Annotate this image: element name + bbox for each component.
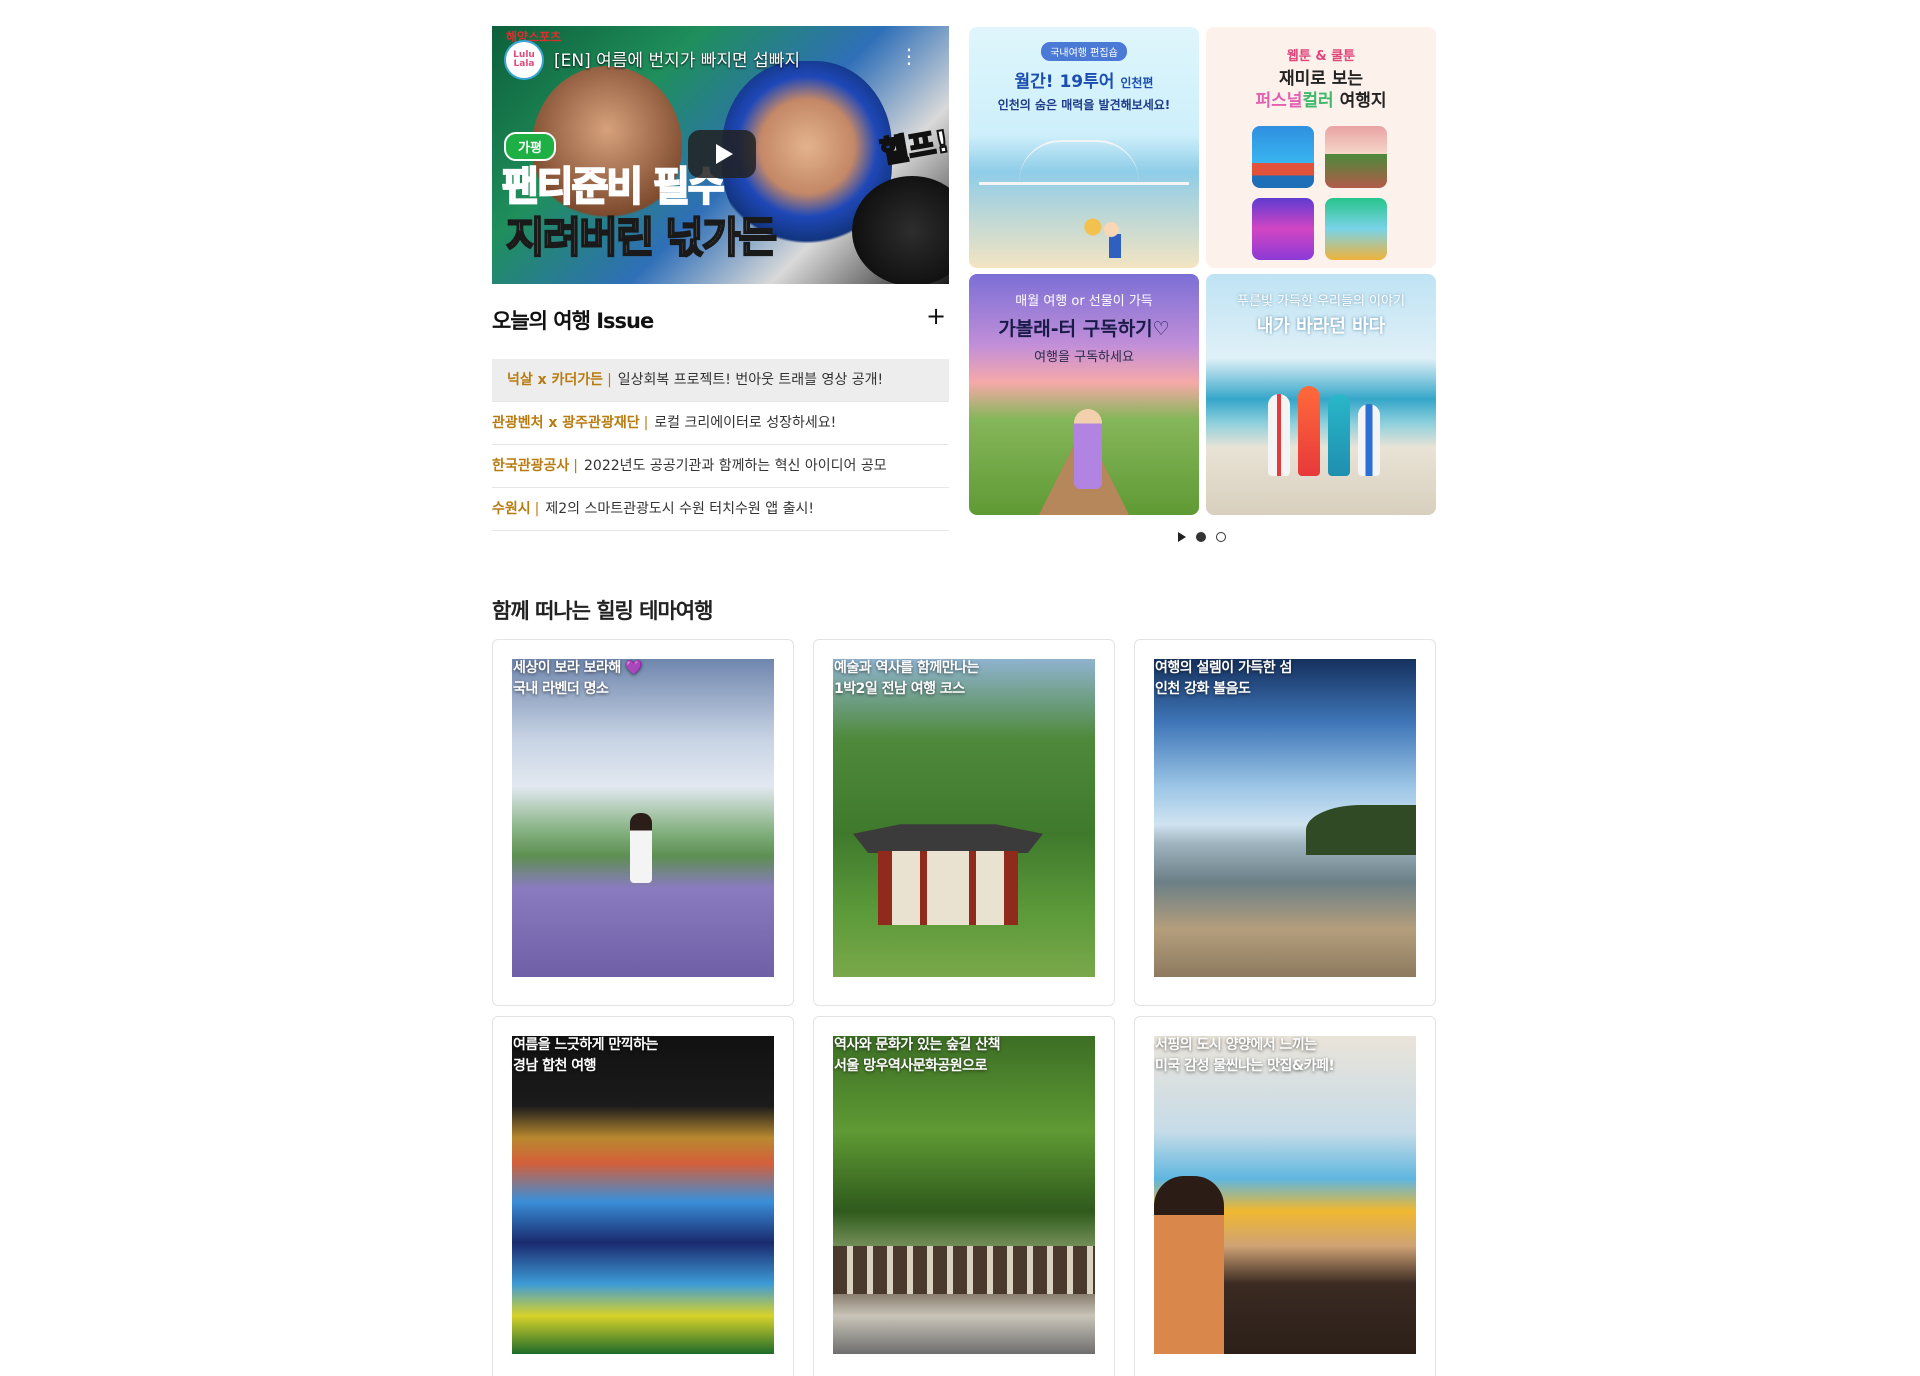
- surfboards-illustration: [1268, 386, 1388, 476]
- color-tile-grid: [1252, 126, 1392, 260]
- kids-illustration: [1079, 212, 1125, 262]
- hiker-tile: [1325, 198, 1387, 260]
- theme-card-jeonnam[interactable]: 예술과 역사를 함께만나는 1박2일 전남 여행 코스: [813, 639, 1115, 1006]
- issue-text: 로컬 크리에이터로 성장하세요!: [654, 415, 837, 431]
- banner-top-label: 매월 여행 or 선물이 가득: [1015, 294, 1153, 309]
- banner-personal-color[interactable]: 웹툰 & 쿨툰 재미로 보는 퍼스널컬러 여행지: [1206, 27, 1436, 268]
- issue-source: 넉살 x 카더가든: [507, 372, 604, 388]
- banner-title: 가볼래-터 구독하기♡: [998, 318, 1170, 340]
- banner-subtitle: 인천의 숨은 매력을 발견해보세요!: [997, 98, 1171, 112]
- list-item[interactable]: 한국관광공사 | 2022년도 공공기관과 함께하는 혁신 아이디어 공모: [492, 445, 949, 488]
- pagination-dot-1[interactable]: [1196, 532, 1206, 542]
- play-icon[interactable]: [1178, 532, 1186, 542]
- issue-source: 관광벤처 x 광주관광재단: [492, 415, 640, 431]
- traveler-illustration: [1074, 409, 1102, 489]
- card-caption: 세상이 보라 보라해 💜 국내 라벤더 명소: [513, 660, 643, 697]
- banner-pill: 국내여행 편집숍: [1041, 42, 1127, 61]
- theme-card-yangyang[interactable]: 서핑의 도시 양양에서 느끼는 미국 감성 물씬나는 맛집&카페!: [1134, 1016, 1436, 1376]
- theme-card-bolumdo[interactable]: 여행의 설렘이 가득한 섬 인천 강화 볼음도: [1134, 639, 1436, 1006]
- banner-pagination: [1178, 530, 1226, 544]
- plus-icon[interactable]: +: [923, 303, 949, 329]
- issue-text: 2022년도 공공기관과 함께하는 혁신 아이디어 공모: [584, 458, 887, 474]
- forest-park-image: [833, 1036, 1095, 1354]
- issue-source: 수원시: [492, 501, 531, 517]
- temple-image: [833, 659, 1095, 977]
- video-title[interactable]: [EN] 여름에 번지가 빠지면 섭빠지: [554, 46, 800, 71]
- banner-subscription[interactable]: 매월 여행 or 선물이 가득 가볼래-터 구독하기♡ 여행을 구독하세요: [969, 274, 1199, 515]
- list-item[interactable]: 수원시 | 제2의 스마트관광도시 수원 터치수원 앱 출시!: [492, 488, 949, 531]
- travel-issue-title: 오늘의 여행 Issue: [492, 309, 654, 333]
- youtube-video-player[interactable]: 해양스포츠 Lulu Lala [EN] 여름에 번지가 빠지면 섭빠지 ⋮ 가…: [492, 26, 949, 284]
- media-art-image: [512, 1036, 774, 1354]
- card-caption: 여름을 느긋하게 만끽하는 경남 합천 여행: [513, 1037, 658, 1074]
- card-caption: 역사와 문화가 있는 숲길 산책 서울 망우역사문화공원으로: [834, 1037, 1001, 1074]
- banner-subtitle: 여행을 구독하세요: [1034, 350, 1134, 365]
- island-beach-image: [1154, 659, 1416, 977]
- video-play-button[interactable]: [688, 130, 756, 178]
- banner-title: 월간! 19투어 인천편: [1014, 72, 1154, 92]
- theme-travel-title: 함께 떠나는 힐링 테마여행: [492, 599, 713, 623]
- list-item[interactable]: 넉살 x 카더가든 | 일상회복 프로젝트! 번아웃 트래블 영상 공개!: [492, 359, 949, 402]
- bridge-tile: [1252, 198, 1314, 260]
- banner-incheon-tour[interactable]: 국내여행 편집숍 월간! 19투어 인천편 인천의 숨은 매력을 발견해보세요!: [969, 27, 1199, 268]
- theme-card-hapcheon[interactable]: 여름을 느긋하게 만끽하는 경남 합천 여행: [492, 1016, 794, 1376]
- theme-card-mangu[interactable]: 역사와 문화가 있는 숲길 산책 서울 망우역사문화공원으로: [813, 1016, 1115, 1376]
- banner-sea-story[interactable]: 푸른빛 가득한 우리들의 이야기 내가 바라던 바다: [1206, 274, 1436, 515]
- issue-text: 제2의 스마트관광도시 수원 터치수원 앱 출시!: [545, 501, 814, 517]
- theme-card-lavender[interactable]: 세상이 보라 보라해 💜 국내 라벤더 명소: [492, 639, 794, 1006]
- list-item[interactable]: 관광벤처 x 광주관광재단 | 로컬 크리에이터로 성장하세요!: [492, 402, 949, 445]
- pagination-dot-2[interactable]: [1216, 532, 1226, 542]
- bridge-illustration: [979, 140, 1189, 185]
- lavender-field-image: [512, 659, 774, 977]
- more-options-icon[interactable]: ⋮: [899, 44, 919, 68]
- banner-top-label: 푸른빛 가득한 우리들의 이야기: [1237, 294, 1405, 309]
- channel-logo[interactable]: Lulu Lala: [504, 40, 544, 80]
- travel-issue-list: 넉살 x 카더가든 | 일상회복 프로젝트! 번아웃 트래블 영상 공개! 관광벤처…: [492, 359, 949, 531]
- card-caption: 여행의 설렘이 가득한 섬 인천 강화 볼음도: [1155, 660, 1292, 697]
- garden-tile: [1325, 126, 1387, 188]
- card-caption: 서핑의 도시 양양에서 느끼는 미국 감성 물씬나는 맛집&카페!: [1155, 1037, 1335, 1074]
- banner-title: 내가 바라던 바다: [1256, 316, 1386, 337]
- banner-title: 재미로 보는 퍼스널컬러 여행지: [1255, 69, 1387, 111]
- lighthouse-tile: [1252, 126, 1314, 188]
- travel-issue-header: 오늘의 여행 Issue +: [492, 303, 949, 335]
- issue-source: 한국관광공사: [492, 458, 570, 474]
- video-caption-line2: 지려버린 넋가든: [505, 212, 778, 263]
- issue-text: 일상회복 프로젝트! 번아웃 트래블 영상 공개!: [617, 372, 884, 388]
- banner-top-label: 웹툰 & 쿨툰: [1286, 49, 1356, 64]
- card-caption: 예술과 역사를 함께만나는 1박2일 전남 여행 코스: [834, 660, 979, 697]
- beach-cafe-image: [1154, 1036, 1416, 1354]
